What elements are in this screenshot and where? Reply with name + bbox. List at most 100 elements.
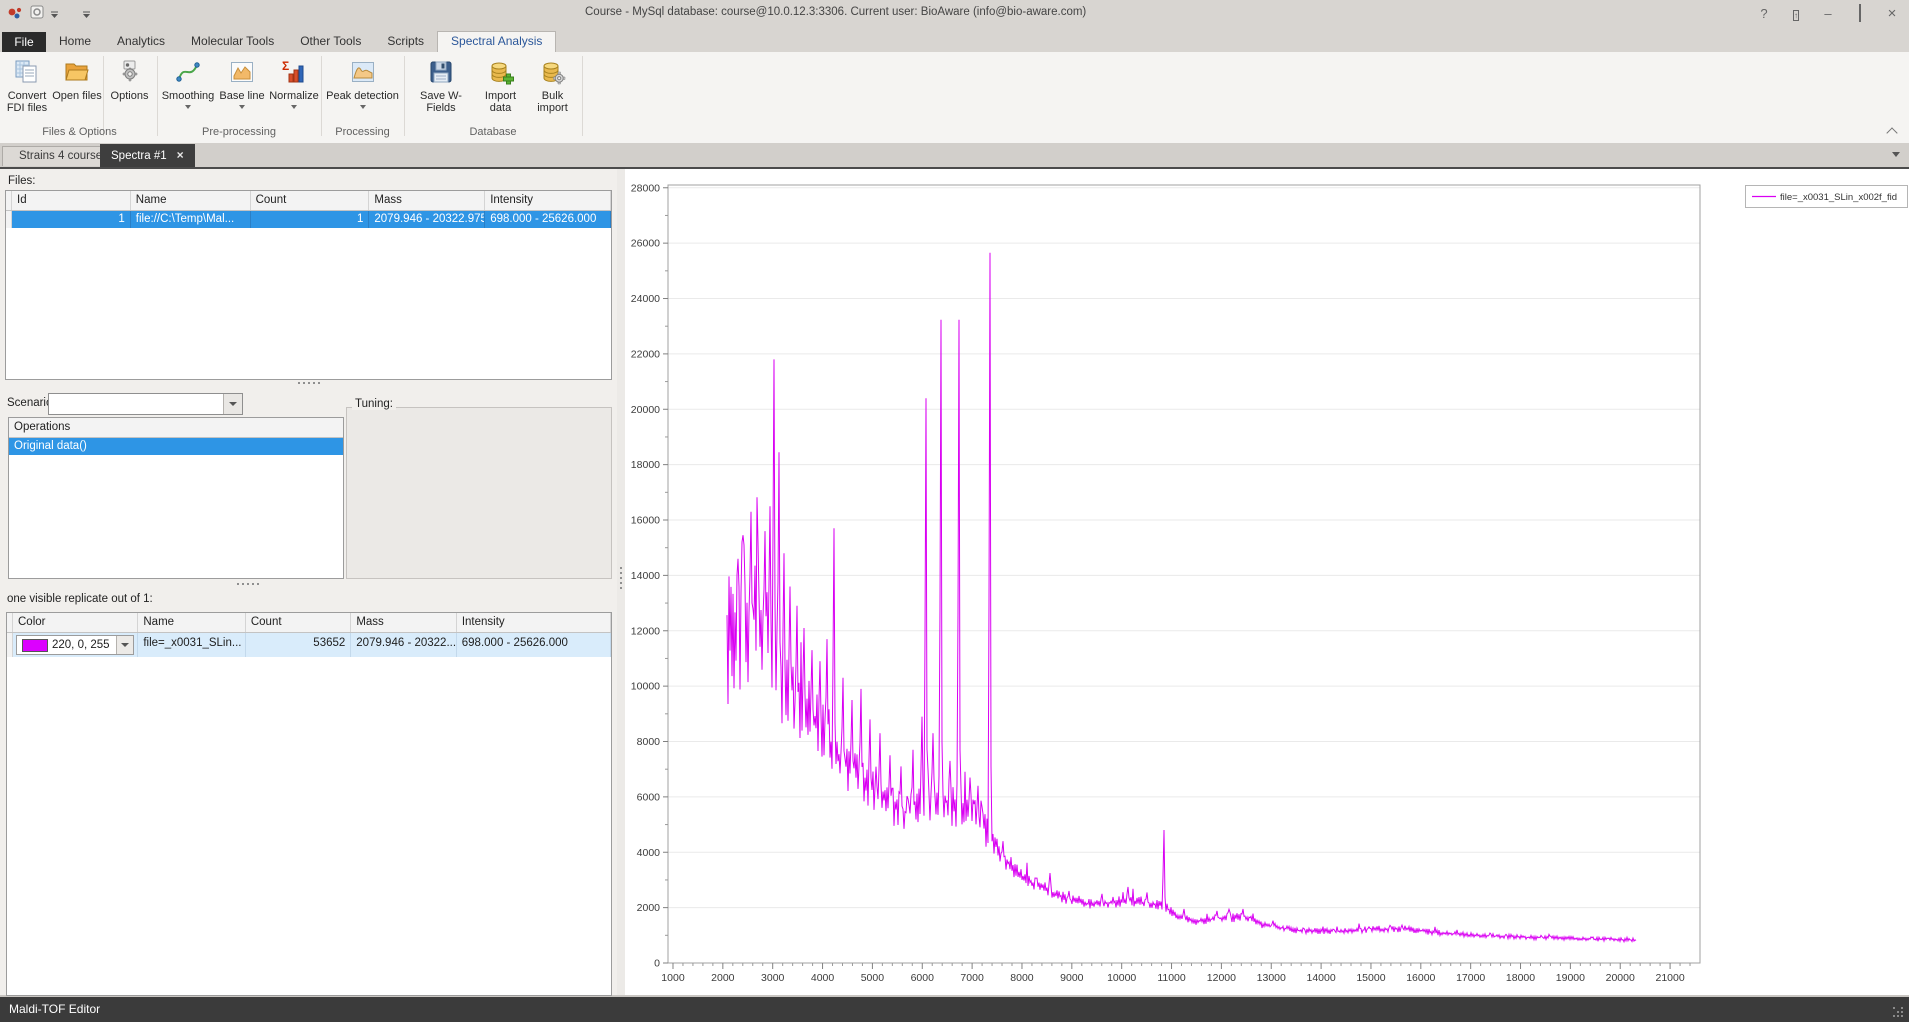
column-header-intensity[interactable]: Intensity — [457, 613, 611, 632]
cell-name: file://C:\Temp\Mal... — [131, 211, 251, 228]
replicates-table: ColorNameCountMassIntensity220, 0, 255fi… — [6, 612, 612, 996]
button-label: Save W-Fields — [409, 90, 473, 114]
y-tick-label: 24000 — [631, 293, 660, 305]
x-tick-label: 9000 — [1060, 972, 1084, 984]
dropdown-arrow-icon[interactable] — [360, 105, 366, 109]
dropdown-arrow-icon[interactable] — [185, 105, 191, 109]
office-app-icon[interactable] — [30, 5, 45, 25]
cell-mass: 2079.946 - 20322.... — [351, 633, 456, 657]
splitter-dots — [620, 567, 622, 569]
y-tick-label: 14000 — [631, 570, 660, 582]
spectrum-chart: 0200040006000800010000120001400016000180… — [625, 169, 1909, 995]
normalize-icon: Σ — [269, 56, 319, 88]
column-header-name[interactable]: Name — [138, 613, 245, 632]
y-tick-label: 16000 — [631, 515, 660, 527]
plot-area[interactable] — [668, 185, 1700, 963]
tab-label: Spectra #1 — [111, 150, 167, 162]
help-button[interactable]: ? — [1755, 6, 1773, 21]
scenario-dropdown-button[interactable] — [223, 394, 242, 414]
tuning-groupbox — [346, 407, 612, 579]
ribbon-tab-analytics[interactable]: Analytics — [104, 31, 178, 51]
horizontal-splitter[interactable] — [237, 583, 239, 585]
x-tick-label: 7000 — [960, 972, 984, 984]
files-table: IdNameCountMassIntensity1file://C:\Temp\… — [5, 190, 612, 380]
resize-grip[interactable] — [1893, 1007, 1895, 1009]
dropdown-arrow-icon[interactable] — [291, 105, 297, 109]
x-tick-label: 3000 — [761, 972, 785, 984]
cell-count: 1 — [251, 211, 370, 228]
import-data-icon — [477, 56, 524, 88]
qat-dropdown-icon[interactable] — [51, 6, 59, 24]
bulk-import-button[interactable]: Bulk import — [526, 54, 579, 124]
x-tick-label: 8000 — [1010, 972, 1034, 984]
scenario-combobox[interactable] — [48, 393, 243, 415]
y-tick-label: 20000 — [631, 404, 660, 416]
button-label: Peak detection — [324, 90, 401, 102]
cell-mass: 2079.946 - 20322.975 — [369, 211, 485, 228]
dropdown-arrow-icon[interactable] — [239, 105, 245, 109]
ribbon-group-divider — [582, 56, 583, 136]
column-header-intensity[interactable]: Intensity — [485, 191, 611, 210]
import-data-button[interactable]: Import data — [477, 54, 524, 124]
color-dropdown-button[interactable] — [116, 636, 133, 654]
column-header-color[interactable]: Color — [13, 613, 138, 632]
close-tab-icon[interactable]: × — [177, 148, 184, 162]
button-label: Smoothing — [161, 90, 215, 102]
tab-list-dropdown-icon[interactable] — [1892, 152, 1900, 157]
y-tick-label: 6000 — [637, 791, 661, 803]
pin-ribbon-button[interactable]: ↑ — [1787, 6, 1805, 21]
tab-spectra-1[interactable]: Spectra #1 × — [100, 144, 195, 167]
save-w-fields-button[interactable]: Save W-Fields — [409, 54, 473, 124]
maximize-button[interactable] — [1851, 6, 1869, 21]
cell-name: file=_x0031_SLin... — [138, 633, 245, 657]
color-combobox[interactable]: 220, 0, 255 — [16, 635, 134, 655]
column-header-mass[interactable]: Mass — [369, 191, 485, 210]
x-tick-label: 15000 — [1356, 972, 1385, 984]
spectrum-chart-panel: 0200040006000800010000120001400016000180… — [625, 169, 1909, 995]
peak-detection-button[interactable]: Peak detection — [324, 54, 401, 124]
collapse-ribbon-button[interactable] — [1888, 126, 1897, 135]
operation-item-original-data[interactable]: Original data() — [9, 438, 343, 455]
open-folder-icon — [52, 56, 102, 88]
quick-access-toolbar — [6, 4, 91, 26]
ribbon-tab-scripts[interactable]: Scripts — [374, 31, 437, 51]
convert-fdi-files-button[interactable]: Convert FDI files — [4, 54, 50, 124]
baseline-icon — [217, 56, 267, 88]
options-button[interactable]: Options — [104, 54, 155, 124]
ribbon-tab-molecular-tools[interactable]: Molecular Tools — [178, 31, 287, 51]
close-button[interactable]: × — [1883, 5, 1901, 22]
document-tab-bar: Strains 4 course Spectra #1× — [0, 143, 1909, 169]
x-tick-label: 11000 — [1157, 972, 1186, 984]
content-area: Files: IdNameCountMassIntensity1file://C… — [0, 169, 1909, 997]
base-line-button[interactable]: Base line — [217, 54, 267, 124]
x-tick-label: 12000 — [1207, 972, 1236, 984]
normalize-button[interactable]: ΣNormalize — [269, 54, 319, 124]
table-row[interactable]: 220, 0, 255file=_x0031_SLin...536522079.… — [7, 633, 611, 657]
options-gear-icon — [104, 56, 155, 88]
column-header-id[interactable]: Id — [12, 191, 131, 210]
column-header-count[interactable]: Count — [251, 191, 370, 210]
cell-intensity: 698.000 - 25626.000 — [457, 633, 611, 657]
smoothing-button[interactable]: Smoothing — [161, 54, 215, 124]
minimize-button[interactable]: – — [1819, 6, 1837, 21]
ribbon: Convert FDI filesOpen filesOptionsFiles … — [0, 52, 1909, 144]
ribbon-tab-home[interactable]: Home — [46, 31, 104, 51]
ribbon-tab-other-tools[interactable]: Other Tools — [287, 31, 374, 51]
status-text: Maldi-TOF Editor — [9, 1002, 100, 1016]
column-header-mass[interactable]: Mass — [351, 613, 456, 632]
column-header-count[interactable]: Count — [246, 613, 351, 632]
ribbon-tab-row: File HomeAnalyticsMolecular ToolsOther T… — [0, 32, 1909, 52]
vertical-splitter[interactable] — [617, 169, 625, 995]
ribbon-tab-file[interactable]: File — [2, 32, 46, 52]
open-files-button[interactable]: Open files — [52, 54, 102, 124]
ribbon-tab-spectral-analysis[interactable]: Spectral Analysis — [437, 31, 556, 52]
ribbon-group-label-database: Database — [404, 124, 582, 140]
application-window: Course - MySql database: course@10.0.12.… — [0, 0, 1909, 1022]
horizontal-splitter[interactable] — [298, 382, 300, 384]
column-header-name[interactable]: Name — [131, 191, 251, 210]
app-logo-icon[interactable] — [6, 5, 24, 26]
table-row[interactable]: 1file://C:\Temp\Mal...12079.946 - 20322.… — [6, 211, 611, 228]
operations-header[interactable]: Operations — [9, 418, 343, 438]
scenario-input[interactable] — [50, 395, 222, 413]
qat-customize-icon[interactable] — [83, 6, 91, 24]
